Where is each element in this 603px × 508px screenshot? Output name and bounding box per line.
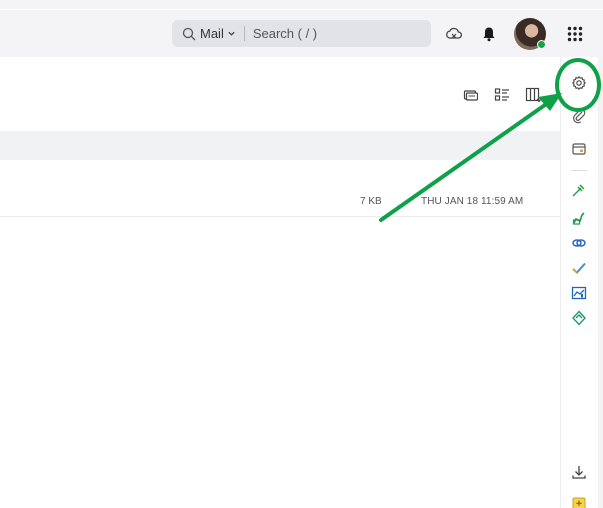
app-grid-icon[interactable]	[566, 25, 584, 43]
signature-icon[interactable]	[570, 209, 588, 227]
search-input[interactable]	[252, 26, 423, 41]
calendar-widget-icon[interactable]	[570, 140, 588, 158]
chevron-down-icon[interactable]	[227, 29, 236, 38]
checkmark-icon[interactable]	[570, 259, 588, 277]
search-scope-selector[interactable]: Mail	[200, 26, 224, 41]
email-size: 7 KB	[360, 196, 382, 207]
search-icon	[182, 27, 196, 40]
bell-icon[interactable]	[480, 24, 498, 44]
diamond-icon[interactable]	[570, 309, 588, 327]
search-bar[interactable]: Mail	[172, 20, 431, 47]
table-row[interactable]: 7 KB THU JAN 18 11:59 AM	[0, 183, 560, 217]
cloud-sync-icon[interactable]	[444, 24, 464, 44]
column-settings-icon[interactable]	[525, 87, 543, 103]
search-divider	[243, 26, 245, 41]
note-icon[interactable]	[570, 496, 588, 508]
header-divider	[0, 9, 603, 10]
list-header	[0, 131, 560, 160]
mail-app: Mail Search (/) 7 KB THU JAN 18 11:59 …	[0, 0, 603, 508]
rail-edge	[598, 57, 603, 508]
download-icon[interactable]	[570, 463, 588, 481]
email-date: THU JAN 18 11:59 AM	[421, 196, 524, 207]
annotation-arrow	[379, 93, 562, 222]
rail-divider	[571, 170, 587, 171]
reading-pane-icon[interactable]	[462, 87, 479, 103]
link-icon[interactable]	[570, 234, 588, 252]
highlight-ellipse	[555, 58, 601, 112]
list-view-icon[interactable]	[494, 87, 510, 103]
chart-icon[interactable]	[570, 284, 588, 302]
pin-tool-icon[interactable]	[570, 181, 588, 199]
presence-indicator	[537, 40, 546, 49]
